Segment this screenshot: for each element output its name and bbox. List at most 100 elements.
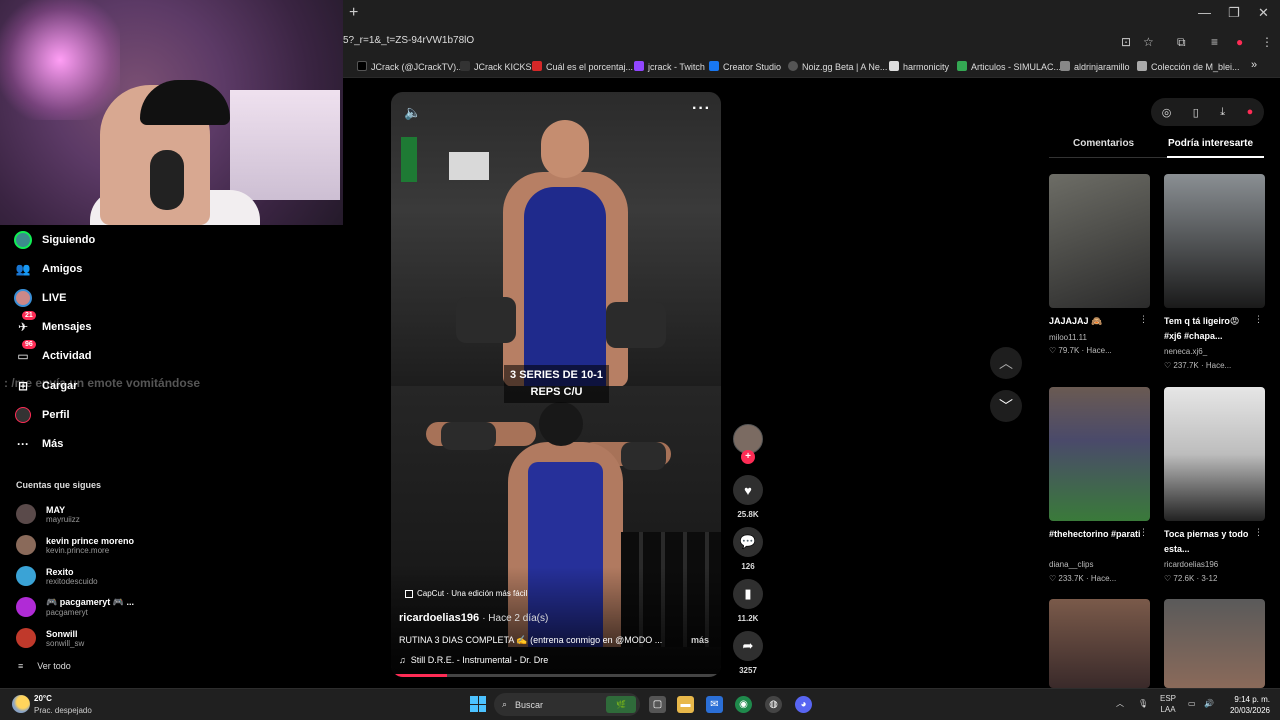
previous-video-button[interactable]: ︿ bbox=[990, 347, 1022, 379]
follow-plus-icon[interactable]: + bbox=[741, 450, 755, 464]
card-user[interactable]: miloo11.11 bbox=[1049, 333, 1087, 342]
comment-action[interactable]: 💬 126 bbox=[733, 527, 763, 571]
bookmark-icon[interactable]: ▮ bbox=[733, 579, 763, 609]
following-account[interactable]: Sonwill sonwill_sw bbox=[16, 625, 84, 651]
microphone-icon[interactable]: 🎙 bbox=[1138, 698, 1148, 709]
tab-podria-interesarte[interactable]: Podría interesarte bbox=[1168, 138, 1253, 149]
tab-comentarios[interactable]: Comentarios bbox=[1073, 138, 1134, 149]
following-account[interactable]: 🎮 pacgameryt 🎮 ... pacgameryt bbox=[16, 594, 134, 620]
phone-icon[interactable]: ▯ bbox=[1193, 106, 1199, 119]
share-icon[interactable]: ➦ bbox=[733, 631, 763, 661]
discord-icon[interactable]: ◕ bbox=[795, 696, 812, 713]
following-account[interactable]: kevin prince moreno kevin.prince.more bbox=[16, 532, 134, 558]
close-icon[interactable]: ✕ bbox=[1258, 5, 1269, 21]
restore-icon[interactable]: ❐ bbox=[1228, 5, 1240, 21]
heart-icon[interactable]: ♥ bbox=[733, 475, 763, 505]
following-account[interactable]: MAY mayruiizz bbox=[16, 501, 80, 527]
more-bookmarks-icon[interactable]: » bbox=[1251, 59, 1257, 71]
url-text[interactable]: 5?_r=1&_t=ZS-94rVW1b78lO bbox=[343, 35, 474, 46]
widgets-icon[interactable]: 🌿 bbox=[606, 696, 636, 713]
volume-icon[interactable]: 🔈 bbox=[404, 104, 421, 121]
download-icon[interactable]: ⤓ bbox=[1220, 106, 1225, 119]
nav-perfil[interactable]: Perfil bbox=[14, 404, 70, 426]
card-more-icon[interactable]: ⋮ bbox=[1254, 527, 1263, 538]
nav-mensajes[interactable]: ✈ 21 Mensajes bbox=[14, 311, 92, 338]
bookmark-item[interactable]: Cuál es el porcentaj... bbox=[532, 61, 633, 72]
video-author[interactable]: ricardoelias196 · Hace 2 día(s) bbox=[399, 612, 548, 624]
bookmark-item[interactable]: Colección de M_blei... bbox=[1137, 61, 1240, 72]
card-title[interactable]: Tem q tá ligeiro😡 #xj6 #chapa... bbox=[1164, 314, 1252, 344]
nav-amigos[interactable]: 👥 Amigos bbox=[14, 258, 83, 280]
activity-badge: 96 bbox=[22, 340, 36, 349]
bookmark-item[interactable]: aldrinjaramillo bbox=[1060, 61, 1130, 72]
card-user[interactable]: diana__clips bbox=[1049, 560, 1093, 569]
card-title[interactable]: #thehectorino #parati bbox=[1049, 527, 1151, 542]
media-icon[interactable]: ≡ bbox=[1211, 35, 1218, 49]
address-bar[interactable]: 5?_r=1&_t=ZS-94rVW1b78lO ⊡ ☆ ⧉ ≡ ● ⋮ bbox=[343, 28, 1280, 56]
obs-icon[interactable]: ◍ bbox=[765, 696, 782, 713]
profile-icon[interactable]: ● bbox=[1236, 35, 1243, 49]
suggested-video-thumbnail[interactable] bbox=[1049, 387, 1150, 521]
bookmark-item[interactable]: JCrack (@JCrackTV)... bbox=[357, 61, 464, 72]
install-app-icon[interactable]: ⊡ bbox=[1121, 35, 1131, 49]
task-view-icon[interactable]: ▢ bbox=[649, 696, 666, 713]
save-action[interactable]: ▮ 11.2K bbox=[733, 579, 763, 623]
nav-label: Perfil bbox=[42, 409, 70, 421]
music-info[interactable]: ♫ Still D.R.E. - Instrumental - Dr. Dre bbox=[399, 655, 548, 665]
card-user[interactable]: ricardoelias196 bbox=[1164, 560, 1218, 569]
bookmark-item[interactable]: Noiz.gg Beta | A Ne... bbox=[788, 61, 887, 72]
share-action[interactable]: ➦ 3257 bbox=[733, 631, 763, 675]
suggested-video-thumbnail[interactable] bbox=[1049, 599, 1150, 688]
comment-icon[interactable]: 💬 bbox=[733, 527, 763, 557]
nav-siguiendo[interactable]: Siguiendo bbox=[14, 229, 95, 251]
menu-icon[interactable]: ⋮ bbox=[1261, 35, 1273, 49]
extensions-icon[interactable]: ⧉ bbox=[1177, 35, 1186, 50]
weather-temp[interactable]: 20°C bbox=[34, 694, 52, 703]
see-all-link[interactable]: ≡ Ver todo bbox=[18, 661, 71, 671]
nav-cargar[interactable]: ⊞ Cargar bbox=[14, 375, 78, 397]
card-more-icon[interactable]: ⋮ bbox=[1139, 314, 1148, 325]
weather-icon[interactable] bbox=[12, 695, 30, 713]
file-explorer-icon[interactable]: ▬ bbox=[677, 696, 694, 713]
network-icon[interactable]: ▭ bbox=[1188, 698, 1196, 709]
avatar-icon[interactable]: ● bbox=[1247, 106, 1254, 118]
minimize-icon[interactable]: — bbox=[1198, 5, 1211, 20]
compass-icon[interactable]: ◎ bbox=[1162, 106, 1172, 119]
mail-icon[interactable]: ✉ bbox=[706, 696, 723, 713]
card-title[interactable]: JAJAJAJ 🙈 bbox=[1049, 314, 1151, 329]
language-indicator[interactable]: ESP LAA bbox=[1160, 693, 1176, 715]
more-options-icon[interactable]: ··· bbox=[692, 100, 711, 118]
chevron-up-icon[interactable]: ︿ bbox=[1116, 698, 1124, 709]
system-clock[interactable]: 9:14 p. m. 20/03/2026 bbox=[1226, 694, 1270, 716]
suggested-video-thumbnail[interactable] bbox=[1164, 599, 1265, 688]
bookmark-item[interactable]: jcrack - Twitch bbox=[634, 61, 705, 72]
volume-icon[interactable]: 🔊 bbox=[1204, 698, 1214, 709]
bookmark-item[interactable]: JCrack KICKS bbox=[460, 61, 532, 72]
bookmark-item[interactable]: Articulos - SIMULAC... bbox=[957, 61, 1061, 72]
card-more-icon[interactable]: ⋮ bbox=[1254, 314, 1263, 325]
author-name[interactable]: ricardoelias196 bbox=[399, 612, 479, 624]
nav-mas[interactable]: ··· Más bbox=[14, 433, 63, 455]
card-title[interactable]: Toca piernas y todo esta... bbox=[1164, 527, 1252, 557]
card-more-icon[interactable]: ⋮ bbox=[1139, 527, 1148, 538]
suggested-video-thumbnail[interactable] bbox=[1164, 174, 1265, 308]
suggested-video-thumbnail[interactable] bbox=[1049, 174, 1150, 308]
card-user[interactable]: neneca.xj6_ bbox=[1164, 347, 1207, 356]
start-button[interactable] bbox=[470, 696, 486, 712]
nav-actividad[interactable]: ▭ 96 Actividad bbox=[14, 340, 92, 367]
video-progress-bar[interactable] bbox=[391, 674, 721, 677]
weather-desc[interactable]: Prac. despejado bbox=[34, 706, 92, 715]
bookmark-item[interactable]: harmonicity bbox=[889, 61, 949, 72]
bookmark-item[interactable]: Creator Studio bbox=[709, 61, 781, 72]
description-more-button[interactable]: más bbox=[691, 635, 709, 645]
capcut-tag[interactable]: CapCut · Una edición más fácil bbox=[405, 589, 527, 598]
chrome-icon[interactable]: ◉ bbox=[735, 696, 752, 713]
like-action[interactable]: ♥ 25.8K bbox=[733, 475, 763, 519]
video-player[interactable]: 🔈 ··· 3 SERIES DE 10-1 REPS C/U CapCut ·… bbox=[391, 92, 721, 677]
next-video-button[interactable]: ﹀ bbox=[990, 390, 1022, 422]
star-icon[interactable]: ☆ bbox=[1143, 35, 1154, 49]
suggested-video-thumbnail[interactable] bbox=[1164, 387, 1265, 521]
following-account[interactable]: Rexito rexitodescuido bbox=[16, 563, 98, 589]
nav-live[interactable]: LIVE bbox=[14, 287, 66, 309]
new-tab-button[interactable]: + bbox=[349, 4, 358, 22]
